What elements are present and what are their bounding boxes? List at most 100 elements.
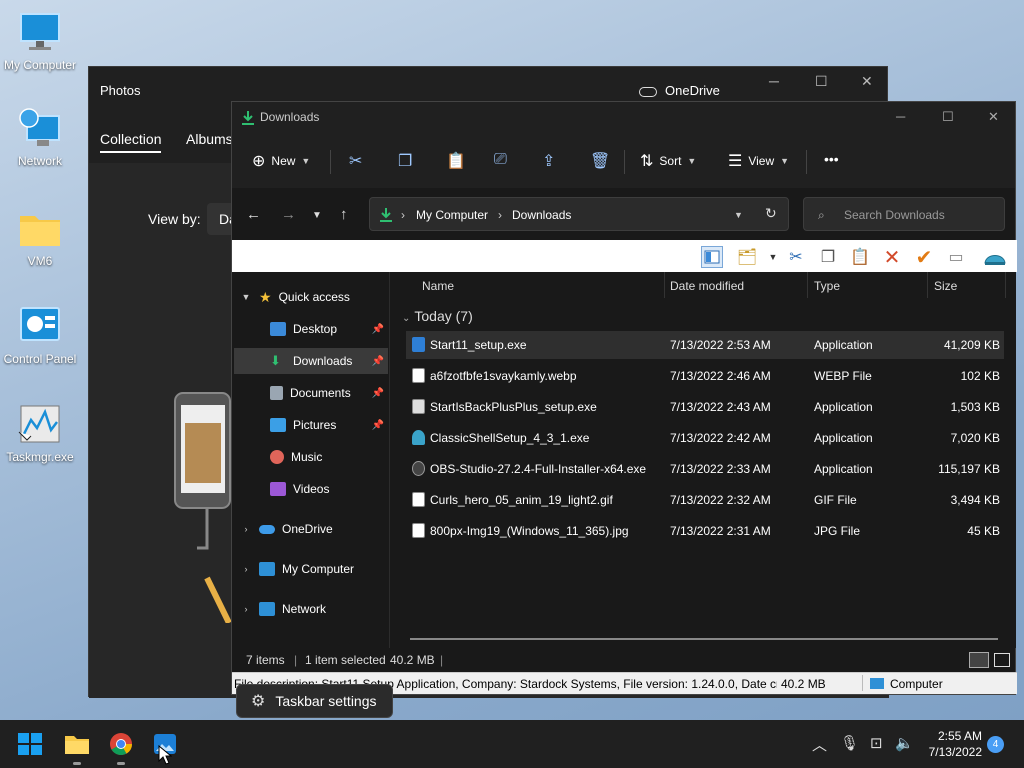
maximize-icon[interactable]: ☐	[815, 73, 828, 90]
checkmark-icon[interactable]: ✔	[913, 246, 935, 269]
column-header-name[interactable]: Name	[422, 272, 454, 300]
title-bar[interactable]: Downloads ─ ☐ ✕	[232, 102, 1015, 134]
minimize-icon[interactable]: ─	[769, 73, 779, 89]
nav-onedrive[interactable]: › OneDrive	[240, 516, 388, 542]
tab-collection[interactable]: Collection	[100, 131, 162, 153]
recent-chevron-icon[interactable]: ▼	[312, 210, 322, 221]
taskbar-settings-menu[interactable]: ⚙ Taskbar settings	[236, 684, 393, 718]
nav-downloads[interactable]: ⬇ Downloads 📌	[234, 348, 388, 374]
file-explorer-icon[interactable]	[64, 732, 90, 756]
file-row[interactable]: ClassicShellSetup_4_3_1.exe 7/13/2022 2:…	[406, 424, 1004, 452]
preview-pane-icon[interactable]	[701, 246, 723, 268]
microphone-icon[interactable]: 🎙	[840, 734, 859, 752]
clock[interactable]: 2:55 AM 7/13/2022	[914, 728, 982, 760]
desktop-icon-network[interactable]: Network	[0, 106, 80, 168]
group-header-today[interactable]: ⌄ Today (7)	[402, 308, 473, 324]
delete-button[interactable]: 🗑	[590, 151, 610, 171]
horizontal-scrollbar[interactable]	[410, 638, 998, 640]
nav-music[interactable]: Music	[234, 444, 388, 470]
photos-title: Photos	[100, 83, 141, 98]
column-header-type[interactable]: Type	[814, 272, 840, 300]
address-bar[interactable]: › My Computer › Downloads ▼ ↻	[369, 197, 789, 231]
onedrive-status[interactable]: OneDrive	[639, 83, 720, 98]
chevron-down-icon: ▼	[301, 156, 311, 166]
group-label: Today (7)	[414, 308, 473, 324]
up-arrow-icon[interactable]: ↑	[340, 206, 348, 223]
start-button-icon[interactable]	[17, 732, 43, 756]
file-row[interactable]: StartIsBackPlusPlus_setup.exe 7/13/2022 …	[406, 393, 1004, 421]
chrome-icon[interactable]	[108, 732, 134, 756]
nav-documents[interactable]: Documents 📌	[234, 380, 388, 406]
more-options-button[interactable]: •••	[824, 151, 839, 167]
sort-button[interactable]: ⇅ Sort ▼	[640, 151, 696, 171]
file-size: 45 KB	[967, 524, 1000, 538]
network-status-icon[interactable]: ⊡	[870, 734, 883, 752]
copy-icon[interactable]: ❐	[817, 246, 839, 268]
nav-videos[interactable]: Videos	[234, 476, 388, 502]
column-header-size[interactable]: Size	[934, 272, 957, 300]
file-name: a6fzotfbfe1svaykamly.webp	[430, 369, 577, 383]
chevron-down-icon[interactable]: ▼	[762, 246, 784, 268]
paste-icon[interactable]: 📋	[849, 246, 871, 268]
file-type: GIF File	[814, 493, 857, 507]
close-icon[interactable]: ✕	[988, 109, 999, 125]
new-button[interactable]: ⊕ New ▼	[252, 151, 310, 171]
tiles-view-icon[interactable]	[994, 653, 1010, 667]
volume-icon[interactable]: 🔈	[895, 734, 914, 752]
breadcrumb-my-computer[interactable]: My Computer	[416, 208, 488, 222]
desktop-icon-vm6[interactable]: VM6	[0, 206, 80, 268]
desktop-icon-taskmgr[interactable]: Taskmgr.exe	[0, 402, 80, 464]
search-placeholder: Search Downloads	[844, 208, 945, 222]
nav-desktop[interactable]: Desktop 📌	[234, 316, 388, 342]
share-button[interactable]: ⇪	[542, 151, 555, 171]
nav-my-computer[interactable]: › My Computer	[240, 556, 388, 582]
column-header-date[interactable]: Date modified	[670, 272, 744, 300]
cut-button[interactable]: ✂	[349, 151, 362, 171]
desktop-icon-control-panel[interactable]: Control Panel	[0, 304, 80, 366]
shell-logo-icon[interactable]	[984, 246, 1006, 268]
delete-x-icon[interactable]: ✕	[881, 246, 903, 269]
back-arrow-icon[interactable]: ←	[246, 206, 261, 223]
status-bar: 7 items | 1 item selected 40.2 MB |	[232, 648, 1015, 672]
chevron-right-icon: ›	[244, 524, 248, 534]
file-row[interactable]: Curls_hero_05_anim_19_light2.gif 7/13/20…	[406, 486, 1004, 514]
close-icon[interactable]: ✕	[861, 73, 873, 90]
file-size: 115,197 KB	[938, 462, 1000, 476]
folder-check-icon[interactable]: 🗂	[736, 246, 758, 268]
desktop-icon-my-computer[interactable]: My Computer	[0, 10, 80, 72]
search-box[interactable]: ⌕ Search Downloads	[803, 197, 1005, 231]
breadcrumb-downloads[interactable]: Downloads	[512, 208, 571, 222]
notification-badge[interactable]: 4	[987, 736, 1004, 753]
file-date: 7/13/2022 2:33 AM	[670, 462, 771, 476]
file-size-status: 40.2 MB	[781, 677, 826, 691]
nav-network[interactable]: › Network	[240, 596, 388, 622]
minimize-icon[interactable]: ─	[896, 109, 905, 124]
explorer-window[interactable]: Downloads ─ ☐ ✕ ⊕ New ▼ ✂ ❐ 📋 ⎚ ⇪ 🗑 ⇅ Sort ▼…	[231, 101, 1017, 695]
maximize-icon[interactable]: ☐	[942, 109, 954, 125]
app-installer-icon	[412, 337, 425, 352]
file-row[interactable]: 800px-Img19_(Windows_11_365).jpg 7/13/20…	[406, 517, 1004, 545]
nav-pictures[interactable]: Pictures 📌	[234, 412, 388, 438]
show-hidden-icons-chevron-icon[interactable]: ︿	[812, 734, 827, 755]
nav-quick-access[interactable]: ▼ ★ Quick access	[240, 284, 388, 310]
file-row[interactable]: Start11_setup.exe 7/13/2022 2:53 AM Appl…	[406, 331, 1004, 359]
file-size: 1,503 KB	[950, 400, 1000, 414]
forward-arrow-icon[interactable]: →	[281, 206, 296, 223]
tab-albums[interactable]: Albums	[186, 131, 233, 147]
copy-button[interactable]: ❐	[398, 151, 412, 171]
details-view-icon[interactable]	[969, 652, 989, 668]
view-button[interactable]: ☰ View ▼	[728, 151, 789, 171]
address-history-chevron-icon[interactable]: ▼	[734, 210, 743, 220]
refresh-icon[interactable]: ↻	[765, 205, 777, 222]
nav-label: Documents	[290, 386, 351, 400]
pin-icon: 📌	[371, 419, 384, 431]
clock-date: 7/13/2022	[928, 745, 982, 759]
file-row[interactable]: OBS-Studio-27.2.4-Full-Installer-x64.exe…	[406, 455, 1004, 483]
rename-button[interactable]: ⎚	[494, 151, 507, 169]
scissors-icon[interactable]: ✂	[785, 246, 807, 268]
breadcrumb-separator-icon: ›	[401, 208, 405, 222]
paste-button[interactable]: 📋	[446, 151, 466, 171]
file-row[interactable]: a6fzotfbfe1svaykamly.webp 7/13/2022 2:46…	[406, 362, 1004, 390]
nav-label: Network	[282, 602, 327, 616]
properties-icon[interactable]: ▭	[945, 246, 967, 268]
